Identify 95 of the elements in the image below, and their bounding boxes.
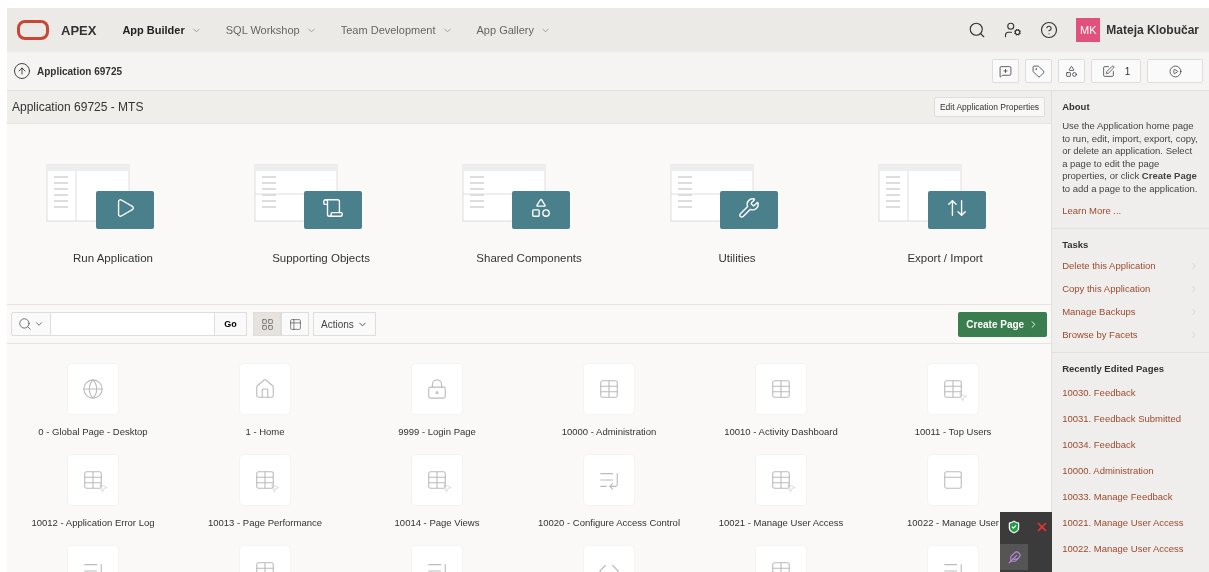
report-view-button[interactable] [281, 312, 309, 336]
nav-menu-item[interactable]: App Builder [122, 20, 202, 40]
search-menu-button[interactable] [11, 312, 51, 336]
task-link[interactable]: Delete this Application [1062, 260, 1199, 271]
page-label: 10010 - Activity Dashboard [724, 426, 838, 437]
brand-name: APEX [61, 22, 97, 38]
user-name[interactable]: Mateja Klobučar [1106, 23, 1199, 37]
page-tile[interactable] [756, 455, 806, 505]
section-title: Recently Edited Pages [1062, 363, 1166, 374]
toolbar-button[interactable] [1058, 59, 1085, 83]
recent-page-link[interactable]: 10034. Feedback [1062, 439, 1199, 450]
page-label: 10021 - Manage User Access [718, 517, 844, 528]
page-label: 10000 - Administration [561, 426, 657, 437]
page-label: 10013 - Page Performance [207, 517, 323, 528]
help-icon [1040, 21, 1059, 39]
table-pointer-icon [770, 469, 792, 491]
nav-menu-item[interactable]: SQL Workshop [225, 20, 317, 40]
recent-page-link[interactable]: 10031. Feedback Submitted [1062, 413, 1199, 424]
toolbar-button[interactable] [1025, 59, 1052, 83]
table-pointer-icon [254, 469, 276, 491]
tag-icon [1032, 64, 1045, 78]
create-page-button[interactable]: Create Page [958, 311, 1048, 337]
learn-more-link[interactable]: Learn More ... [1062, 205, 1199, 216]
hero-label: Shared Components [476, 252, 582, 264]
page-tile[interactable] [412, 455, 462, 505]
task-link[interactable]: Browse by Facets [1062, 329, 1199, 340]
table-pointer-icon [942, 378, 964, 400]
breadcrumb-title: Application 69725 [37, 65, 123, 77]
table-icon [288, 317, 302, 331]
page-label: 9999 - Login Page [398, 426, 476, 437]
task-link[interactable]: Copy this Application [1062, 283, 1199, 294]
shield-icon [1007, 520, 1021, 534]
toolbar-button[interactable] [992, 59, 1019, 83]
recent-page-link[interactable]: 10030. Feedback [1062, 387, 1199, 398]
feather-icon [1007, 550, 1021, 564]
table-icon [770, 378, 792, 400]
search-icon [968, 21, 987, 39]
page-tile[interactable] [68, 455, 118, 505]
recent-page-link[interactable]: 10021. Manage User Access [1062, 517, 1199, 528]
search-icon [18, 317, 32, 331]
task-link[interactable]: Manage Backups [1062, 306, 1199, 317]
edit-count-button[interactable]: 1 [1091, 59, 1141, 83]
page-label: 10011 - Top Users [914, 426, 992, 437]
page-label: 10020 - Configure Access Control [537, 517, 681, 528]
hero-label: Export / Import [907, 252, 983, 264]
page-label: 0 - Global Page - Desktop [38, 426, 148, 437]
page-tile[interactable] [240, 455, 290, 505]
recent-page-link[interactable]: 10033. Manage Feedback [1062, 491, 1199, 502]
nav-menu-item[interactable]: Team Development [340, 20, 453, 40]
page-label: 10022 - Manage User [907, 517, 999, 528]
go-button[interactable]: Go [215, 312, 247, 336]
user-gear-icon [1004, 21, 1023, 39]
chevron-down-icon [34, 319, 44, 329]
grid-icon [260, 317, 274, 331]
hero-label: Supporting Objects [272, 252, 370, 264]
arrow-up-icon[interactable] [13, 62, 31, 80]
page-tile[interactable] [68, 364, 118, 414]
page-tile[interactable] [928, 455, 978, 505]
recent-page-link[interactable]: 10022. Manage User Access [1062, 543, 1199, 554]
table-pointer-icon [82, 469, 104, 491]
page-tile[interactable] [240, 364, 290, 414]
globe-icon [82, 378, 104, 400]
shapes-icon [1065, 64, 1078, 78]
play-icon [1168, 64, 1182, 78]
home-icon [254, 378, 276, 400]
user-avatar[interactable]: MK [1076, 18, 1101, 42]
table-pointer-icon [426, 469, 448, 491]
lock-icon [426, 378, 448, 400]
page-label: 10014 - Page Views [394, 517, 480, 528]
page-tile[interactable] [756, 364, 806, 414]
page-tile[interactable] [584, 455, 634, 505]
edit-icon [1101, 64, 1115, 78]
section-title: About [1062, 101, 1091, 112]
page-tile[interactable] [412, 364, 462, 414]
page-label: 10012 - Application Error Log [31, 517, 155, 528]
page-tile[interactable] [584, 364, 634, 414]
page-label: 1 - Home [245, 426, 285, 437]
recent-page-link[interactable]: 10000. Administration [1062, 465, 1199, 476]
icon-view-button[interactable] [253, 312, 281, 336]
search-field[interactable] [51, 312, 215, 336]
close-icon [1035, 520, 1049, 534]
hero-label: Utilities [718, 252, 756, 264]
form-icon [942, 469, 964, 491]
hero-label: Run Application [73, 252, 153, 264]
logo-icon [17, 20, 49, 40]
page-title: Application 69725 - MTS [12, 100, 144, 114]
actions-menu-button[interactable]: Actions [313, 312, 376, 336]
page-tile[interactable] [928, 364, 978, 414]
about-text: Use the Application home page to run, edit, import, export, copy, or delete an application. Select a page to edit the page properties, or click Create Page to add a page to the application. [1062, 120, 1199, 195]
section-title: Tasks [1062, 239, 1090, 250]
table-icon [598, 378, 620, 400]
toolbar-button[interactable] [1147, 59, 1203, 83]
comment-plus-icon [999, 64, 1012, 78]
edit-properties-button[interactable]: Edit Application Properties [933, 97, 1046, 117]
nav-menu-item[interactable]: App Gallery [476, 20, 551, 40]
